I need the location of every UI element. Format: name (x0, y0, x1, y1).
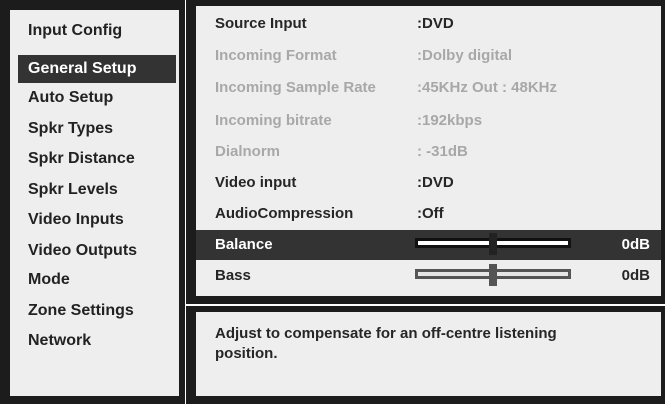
balance-value: 0dB (621, 236, 650, 253)
setting-label: Bass (215, 267, 251, 284)
description-panel: Adjust to compensate for an off-centre l… (186, 306, 665, 404)
setting-value: :192kbps (417, 112, 483, 129)
menu-item-auto-setup[interactable]: Auto Setup (18, 84, 176, 112)
settings-panel: Source Input :DVD Incoming Format :Dolby… (186, 0, 665, 304)
description-text: Adjust to compensate for an off-centre l… (215, 325, 557, 362)
setting-row-source-input[interactable]: Source Input :DVD (196, 9, 661, 39)
setup-menu-list: Input Config General Setup Auto Setup Sp… (10, 10, 179, 396)
bass-slider-thumb[interactable] (489, 264, 497, 286)
setting-row-incoming-sample-rate: Incoming Sample Rate :45KHz Out : 48KHz (196, 73, 661, 103)
menu-item-video-inputs[interactable]: Video Inputs (18, 206, 176, 234)
setting-label: Incoming Sample Rate (215, 79, 376, 96)
setting-value: :Off (417, 205, 444, 222)
setting-value: :DVD (417, 15, 454, 32)
setting-row-incoming-format: Incoming Format :Dolby digital (196, 41, 661, 71)
balance-slider-thumb[interactable] (489, 233, 497, 255)
menu-item-network[interactable]: Network (18, 327, 176, 355)
setting-row-incoming-bitrate: Incoming bitrate :192kbps (196, 106, 661, 136)
setting-value: :45KHz Out : 48KHz (417, 79, 558, 96)
setting-row-video-input[interactable]: Video input :DVD (196, 168, 661, 198)
setting-label: Source Input (215, 15, 307, 32)
setting-label: AudioCompression (215, 205, 354, 222)
menu-item-spkr-types[interactable]: Spkr Types (18, 115, 176, 143)
setting-label: Dialnorm (215, 143, 281, 160)
setting-row-bass[interactable]: Bass 0dB (196, 261, 661, 291)
menu-item-zone-settings[interactable]: Zone Settings (18, 297, 176, 325)
setting-label: Incoming bitrate (215, 112, 332, 129)
setting-label: Incoming Format (215, 47, 337, 64)
menu-item-video-outputs[interactable]: Video Outputs (18, 237, 176, 265)
setting-value: :DVD (417, 174, 454, 191)
menu-item-mode[interactable]: Mode (18, 266, 176, 294)
menu-item-spkr-levels[interactable]: Spkr Levels (18, 176, 176, 204)
menu-item-spkr-distance[interactable]: Spkr Distance (18, 145, 176, 173)
settings-list: Source Input :DVD Incoming Format :Dolby… (196, 6, 661, 296)
bass-value: 0dB (621, 267, 650, 284)
setting-value: :Dolby digital (417, 47, 512, 64)
setting-row-audio-compression[interactable]: AudioCompression :Off (196, 199, 661, 229)
setting-label: Balance (215, 236, 273, 253)
setting-row-dialnorm: Dialnorm : -31dB (196, 137, 661, 167)
setting-value: : -31dB (417, 143, 468, 160)
setting-label: Video input (215, 174, 297, 191)
description-box: Adjust to compensate for an off-centre l… (196, 312, 661, 396)
setting-row-balance[interactable]: Balance 0dB (196, 230, 661, 260)
menu-item-input-config[interactable]: Input Config (18, 17, 176, 45)
setup-menu-panel: Input Config General Setup Auto Setup Sp… (0, 0, 185, 404)
menu-item-general-setup[interactable]: General Setup (18, 55, 176, 83)
